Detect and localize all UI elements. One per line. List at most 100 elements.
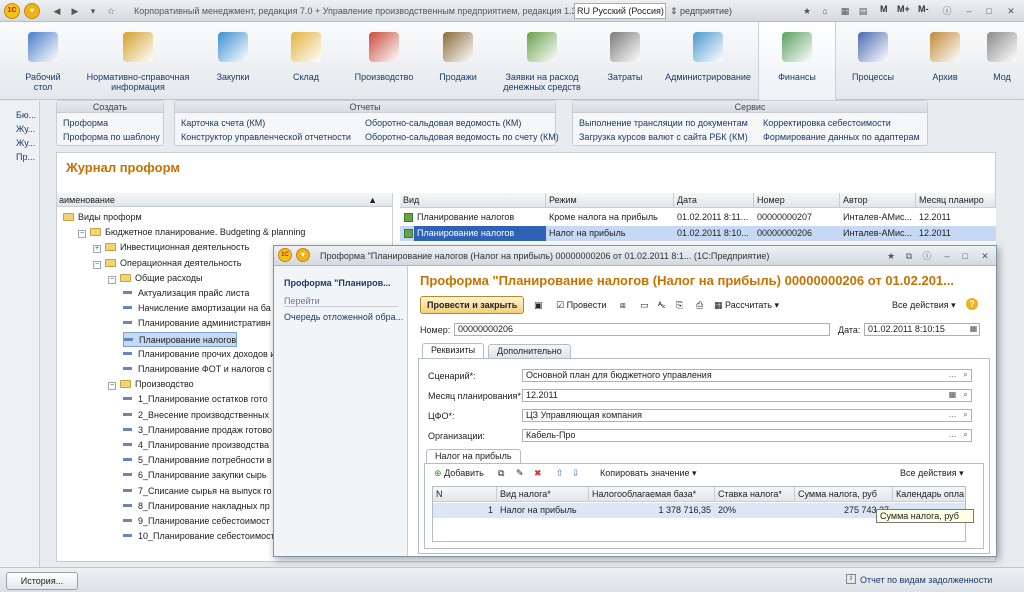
memory-m-button[interactable]: M [880, 4, 888, 14]
expand-toggle-icon[interactable]: + [93, 245, 101, 254]
select-ellipsis-icon[interactable]: … [947, 410, 958, 421]
movements-icon[interactable]: ▭ [640, 300, 649, 311]
tree-item[interactable]: Планирование ФОТ и налогов с [123, 362, 272, 377]
tree-item[interactable]: − Производство [108, 377, 194, 392]
tree-item[interactable]: 2_Внесение производственных [123, 408, 269, 423]
language-field[interactable]: RU Русский (Россия) [574, 3, 666, 19]
section-desktop[interactable]: Рабочий стол [8, 22, 78, 100]
column-header[interactable]: Сумма налога, руб [795, 487, 893, 502]
info-icon[interactable]: ⓘ [940, 4, 954, 18]
column-header[interactable]: Вид [400, 193, 546, 208]
history-dropdown-icon[interactable]: ▾ [86, 4, 100, 18]
tree-item[interactable]: 9_Планирование себестоимост [123, 514, 270, 529]
move-down-icon[interactable]: ⇩ [572, 468, 580, 479]
copy-row-icon[interactable]: ⧉ [498, 468, 504, 479]
main-menu-icon[interactable]: ▾ [24, 3, 40, 19]
table-row[interactable]: Планирование налогов Налог на прибыль 01.0… [400, 226, 996, 241]
expand-toggle-icon[interactable]: − [108, 275, 116, 284]
tree-item[interactable]: Планирование прочих доходов и [123, 347, 275, 362]
section-admin[interactable]: Администрирование [660, 22, 756, 100]
nav-item[interactable]: Пр... [16, 152, 35, 162]
service-link[interactable]: Выполнение трансляции по документам [579, 118, 748, 128]
tree-item[interactable]: 8_Планирование накладных пр [123, 499, 270, 514]
report-link[interactable]: Оборотно-сальдовая ведомость (КМ) [365, 118, 521, 128]
post-and-close-button[interactable]: Провести и закрыть [420, 296, 525, 314]
history-button[interactable]: История... [6, 572, 78, 590]
dt-kt-icon[interactable]: ᴬₖ [658, 300, 666, 311]
column-header[interactable]: Месяц планиро [916, 193, 996, 208]
open-search-icon[interactable]: ⌕ [960, 390, 971, 401]
section-sales[interactable]: Продажи [428, 22, 488, 100]
planning-month-field[interactable]: 12.2011 [522, 389, 972, 402]
star-icon[interactable]: ★ [800, 4, 814, 18]
report-link[interactable]: Оборотно-сальдовая ведомость по счету (К… [365, 132, 559, 142]
section-archive[interactable]: Архив [912, 22, 978, 100]
maximize-icon[interactable]: □ [958, 249, 972, 263]
tree-item[interactable]: − Операционная деятельность [93, 256, 241, 271]
service-link[interactable]: Формирование данных по адаптерам [763, 132, 920, 142]
calendar-icon[interactable]: ▦ [838, 4, 852, 18]
cfo-field[interactable]: ЦЗ Управляющая компания [522, 409, 972, 422]
column-header[interactable]: Вид налога* [497, 487, 589, 502]
memory-mplus-button[interactable]: M+ [897, 4, 910, 14]
tree-item[interactable]: 4_Планирование производства [123, 438, 269, 453]
service-link[interactable]: Загрузка курсов валют с сайта РБК (КМ) [579, 132, 748, 142]
tree-item[interactable]: Планирование административн [123, 316, 271, 331]
select-ellipsis-icon[interactable]: … [947, 430, 958, 441]
calculate-button[interactable]: ▦ Рассчитать ▾ [714, 300, 779, 311]
all-actions-button[interactable]: Все действия ▾ [892, 300, 956, 311]
tree-item[interactable]: 5_Планирование потребности в [123, 453, 272, 468]
tree-item[interactable]: Планирование налогов [123, 331, 238, 347]
section-cashreq[interactable]: Заявки на расход денежных средств [492, 22, 592, 100]
close-icon[interactable]: ✕ [978, 249, 992, 263]
create-proforma-link[interactable]: Проформа [63, 118, 108, 128]
nav-item[interactable]: Бю... [16, 110, 36, 120]
move-up-icon[interactable]: ⇧ [556, 468, 564, 479]
tab-income-tax[interactable]: Налог на прибыль [426, 449, 521, 464]
tree-item[interactable]: 6_Планирование закупки сырь [123, 468, 267, 483]
section-ref[interactable]: Нормативно-справочная информация [80, 22, 196, 100]
select-ellipsis-icon[interactable]: … [947, 370, 958, 381]
section-costs[interactable]: Затраты [594, 22, 656, 100]
column-header[interactable]: Налогооблагаемая база* [589, 487, 715, 502]
status-link[interactable]: Отчет по видам задолженности [860, 575, 992, 585]
tree-item[interactable]: + Инвестиционная деятельность [93, 240, 249, 255]
calendar-icon[interactable]: ▦ [947, 390, 958, 401]
tree-column-header[interactable]: аименование ▲ [57, 193, 392, 207]
calculator-icon[interactable]: ▤ [856, 4, 870, 18]
column-header[interactable]: Автор [840, 193, 916, 208]
tree-item[interactable]: 3_Планирование продаж готово [123, 423, 272, 438]
help-icon[interactable]: ? [966, 298, 978, 310]
tab-requisites[interactable]: Реквизиты [422, 343, 485, 358]
attach-icon[interactable]: ⎘ [676, 300, 683, 311]
print-icon[interactable]: ⎙ [696, 300, 703, 311]
maximize-icon[interactable]: □ [982, 4, 996, 18]
scenario-field[interactable]: Основной план для бюджетного управления [522, 369, 972, 382]
section-warehouse[interactable]: Склад [272, 22, 340, 100]
section-finance[interactable]: Финансы [758, 22, 836, 100]
tree-item[interactable]: − Бюджетное планирование. Budgeting & pla… [78, 225, 305, 240]
forward-icon[interactable]: ▶ [68, 4, 82, 18]
star-icon[interactable]: ★ [884, 249, 898, 263]
1c-logo-icon[interactable]: 1С [278, 248, 292, 262]
home-icon[interactable]: ⌂ [818, 4, 832, 18]
tree-item[interactable]: Виды проформ [63, 210, 142, 225]
structure-icon[interactable]: ⧈ [620, 300, 626, 311]
tree-item[interactable]: 7_Списание сырья на выпуск го [123, 484, 271, 499]
column-header[interactable]: Номер [754, 193, 840, 208]
add-button[interactable]: ⊕ Добавить [434, 468, 484, 479]
table-row[interactable]: Планирование налогов Кроме налога на приб… [400, 210, 996, 225]
number-field[interactable]: 00000000206 [454, 323, 830, 336]
section-purchases[interactable]: Закупки [198, 22, 268, 100]
expand-toggle-icon[interactable]: − [78, 230, 86, 239]
edit-icon[interactable]: ✎ [516, 468, 524, 479]
form-menu-icon[interactable]: ▾ [296, 248, 310, 262]
report-link[interactable]: Конструктор управленческой отчетности [181, 132, 351, 142]
open-search-icon[interactable]: ⌕ [960, 370, 971, 381]
back-icon[interactable]: ◀ [50, 4, 64, 18]
minimize-icon[interactable]: – [940, 249, 954, 263]
copy-value-button[interactable]: Копировать значение ▾ [600, 468, 697, 479]
modal-nav-title[interactable]: Проформа "Планиров... [284, 278, 391, 288]
1c-logo-icon[interactable]: 1С [4, 3, 20, 19]
tab-additional[interactable]: Дополнительно [488, 344, 571, 358]
